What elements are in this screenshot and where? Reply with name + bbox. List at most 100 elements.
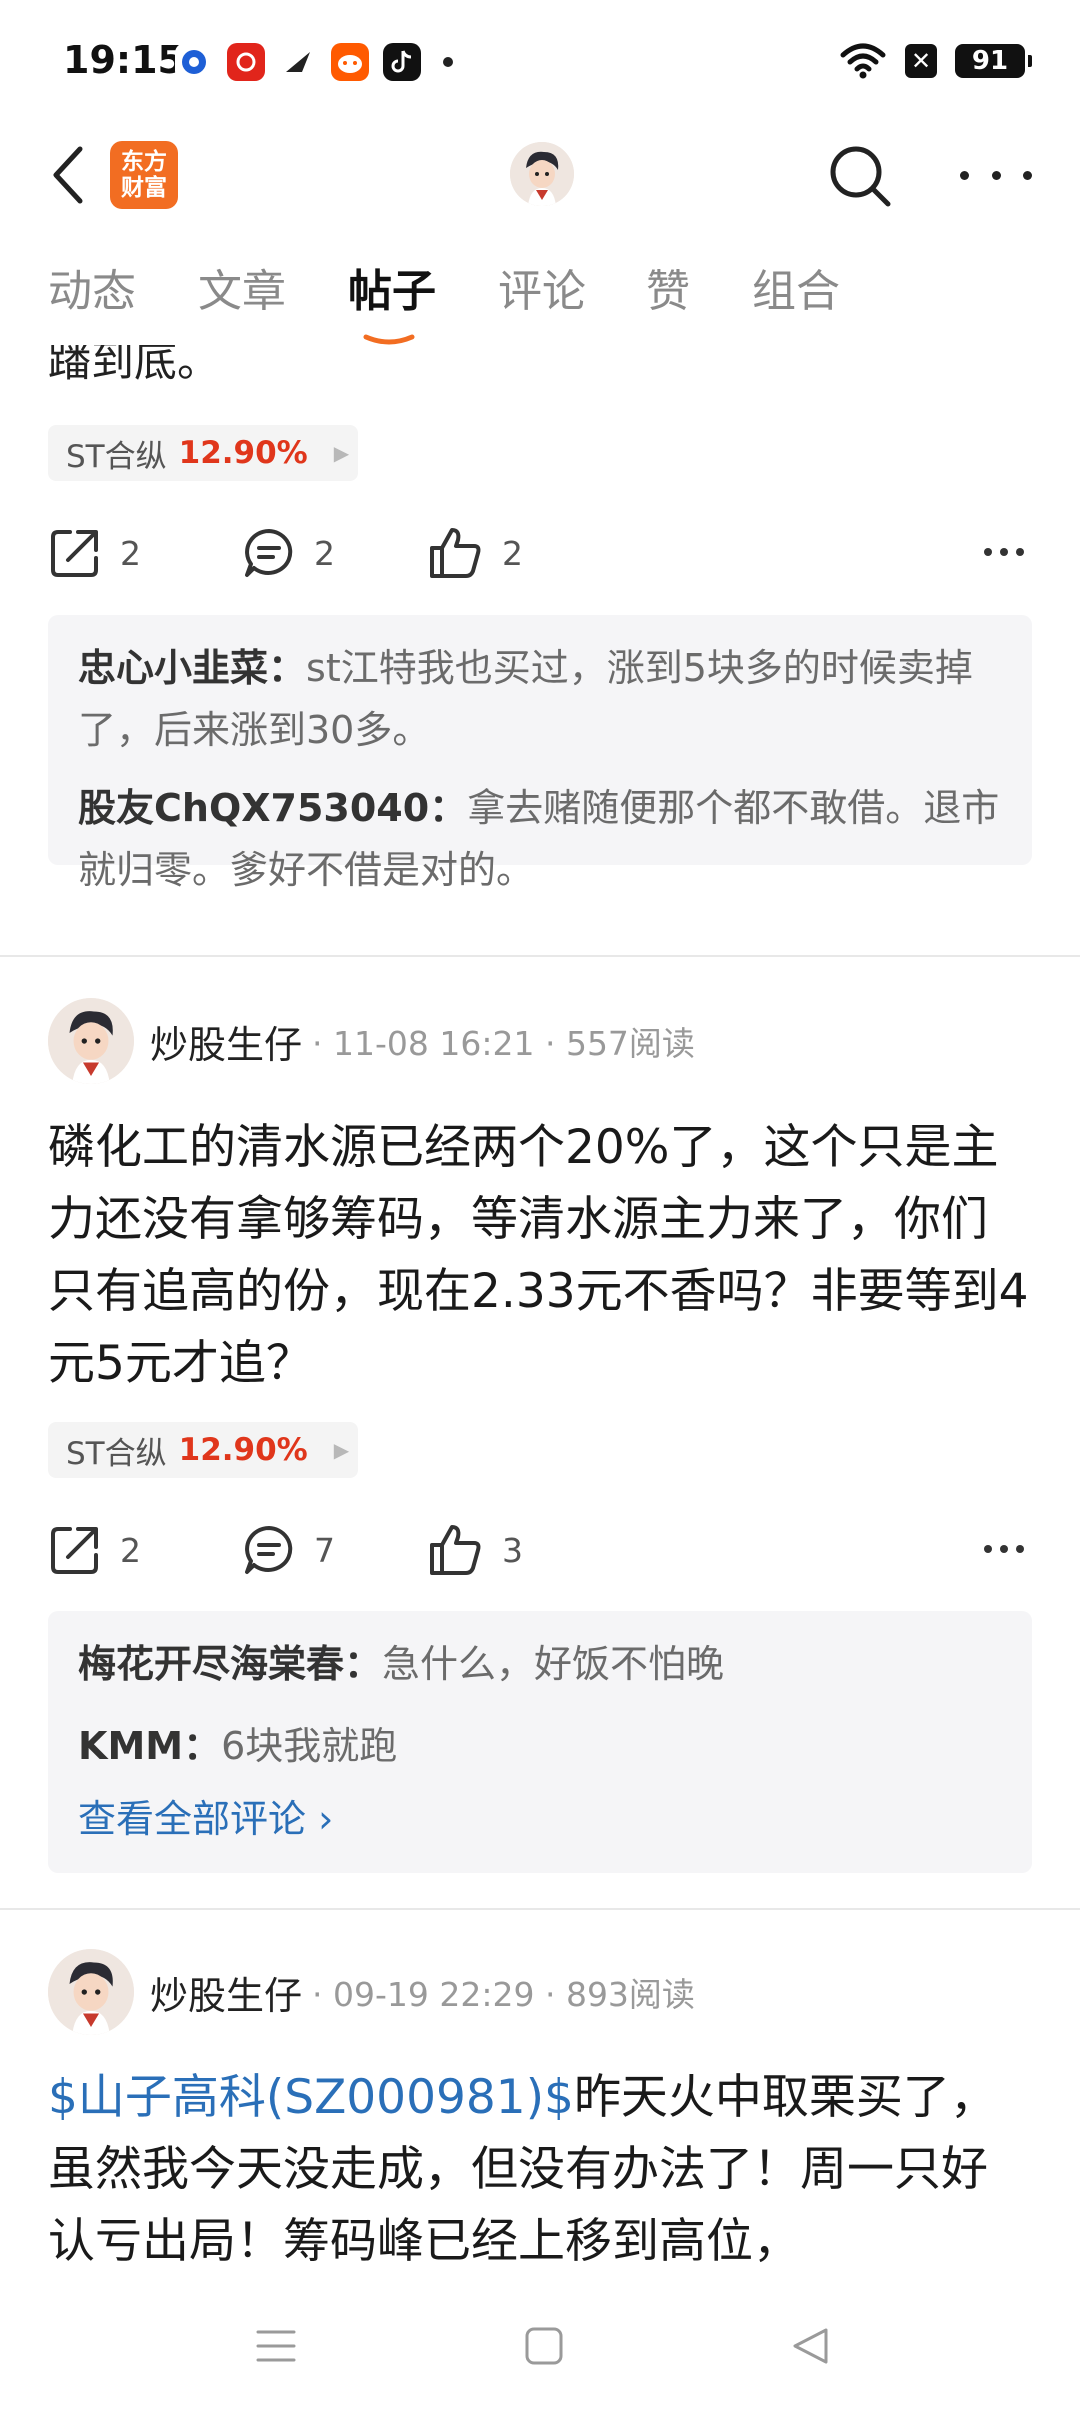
triangle-back-icon bbox=[793, 2328, 828, 2364]
post-body[interactable]: $山子高科(SZ000981)$昨天火中取栗买了，虽然我今天没走成，但没有办法了… bbox=[48, 2062, 1032, 2278]
tab-activity[interactable]: 动态 bbox=[48, 255, 136, 319]
comment-button[interactable]: 7 bbox=[242, 1515, 335, 1585]
share-count: 2 bbox=[120, 533, 141, 573]
wifi-icon bbox=[840, 43, 886, 79]
system-back-button[interactable] bbox=[774, 2310, 846, 2382]
post-header: 炒股生仔 · 11-08 16:21 · 557阅读 bbox=[48, 996, 1032, 1086]
search-icon bbox=[830, 146, 891, 207]
brand-line2: 财富 bbox=[121, 175, 167, 201]
status-app-icons bbox=[175, 40, 453, 84]
eastmoney-logo[interactable]: 东方 财富 bbox=[110, 141, 178, 209]
triangle-right-icon: ▶ bbox=[333, 1438, 350, 1462]
share-button[interactable]: 2 bbox=[48, 518, 141, 588]
taobao-app-icon bbox=[331, 43, 369, 81]
share-button[interactable]: 2 bbox=[48, 1515, 141, 1585]
dot-icon bbox=[960, 170, 969, 180]
comment-item: KMM：6块我就跑 bbox=[78, 1715, 1002, 1777]
tab-likes[interactable]: 赞 bbox=[646, 255, 690, 319]
author-name[interactable]: 炒股生仔 bbox=[150, 1014, 302, 1069]
dot-icon bbox=[1016, 1545, 1024, 1553]
comment-author: 股友ChQX753040： bbox=[78, 786, 468, 830]
comment-item: 忠心小韭菜：st江特我也买过，涨到5块多的时候卖掉了，后来涨到30多。 bbox=[78, 637, 1002, 761]
chevron-left-icon bbox=[53, 146, 83, 204]
dot-icon bbox=[1023, 170, 1032, 180]
top-header: 东方 财富 bbox=[0, 120, 1080, 230]
status-time: 19:15 bbox=[63, 38, 184, 82]
stock-tag[interactable]: ST合纵 12.90% ▶ bbox=[48, 1422, 358, 1478]
comment-icon bbox=[245, 1526, 293, 1574]
comment-button[interactable]: 2 bbox=[242, 518, 335, 588]
post-divider bbox=[0, 1908, 1080, 1910]
comment-item: 股友ChQX753040：拿去赌随便那个都不敢借。退市就归零。爹好不借是对的。 bbox=[78, 777, 1002, 901]
battery-indicator: 91 bbox=[955, 44, 1032, 78]
home-button[interactable] bbox=[508, 2310, 580, 2382]
comment-icon bbox=[245, 529, 293, 577]
stock-link[interactable]: $山子高科(SZ000981)$ bbox=[48, 2070, 574, 2125]
stock-name: ST合纵 bbox=[66, 438, 167, 475]
post-meta: · 11-08 16:21 · 557阅读 bbox=[312, 1024, 695, 1063]
dot-icon bbox=[1000, 548, 1008, 556]
comment-item: 梅花开尽海棠春：急什么，好饭不怕晚 bbox=[78, 1633, 1002, 1695]
tab-posts[interactable]: 帖子 bbox=[348, 255, 436, 319]
comment-count: 7 bbox=[314, 1530, 335, 1570]
post-more-button[interactable] bbox=[984, 548, 1024, 558]
feather-app-icon bbox=[279, 43, 317, 81]
system-nav-bar bbox=[0, 2280, 1080, 2412]
post-feed: 蹯到底。 ST合纵 12.90% ▶ 2 2 2 忠心小韭菜：st江特我也买过，… bbox=[0, 345, 1080, 2280]
view-all-comments-link[interactable]: 查看全部评论 › bbox=[78, 1791, 1002, 1847]
like-button[interactable]: 2 bbox=[428, 518, 523, 588]
like-count: 2 bbox=[502, 533, 523, 573]
post-actions: 2 2 2 bbox=[48, 518, 1032, 588]
thumbs-up-icon bbox=[430, 528, 481, 578]
author-name[interactable]: 炒股生仔 bbox=[150, 1965, 302, 2020]
back-button[interactable] bbox=[40, 140, 96, 210]
netease-music-app-icon bbox=[227, 43, 265, 81]
more-notifications-dot bbox=[443, 57, 453, 67]
comment-author: KMM： bbox=[78, 1724, 222, 1768]
comment-text: 急什么，好饭不怕晚 bbox=[382, 1642, 725, 1686]
thumbs-up-icon bbox=[430, 1525, 481, 1575]
author-avatar[interactable] bbox=[48, 1949, 134, 2035]
tab-comments[interactable]: 评论 bbox=[498, 255, 586, 319]
comment-preview[interactable]: 忠心小韭菜：st江特我也买过，涨到5块多的时候卖掉了，后来涨到30多。 股友Ch… bbox=[48, 615, 1032, 892]
profile-tabs: 动态 文章 帖子 评论 赞 组合 bbox=[0, 255, 1080, 345]
blue-circle-app-icon bbox=[175, 43, 213, 81]
like-button[interactable]: 3 bbox=[428, 1515, 523, 1585]
comment-author: 忠心小韭菜： bbox=[78, 646, 307, 690]
triangle-right-icon: ▶ bbox=[333, 441, 350, 465]
recents-button[interactable] bbox=[240, 2310, 312, 2382]
profile-avatar[interactable] bbox=[510, 142, 574, 206]
stock-name: ST合纵 bbox=[66, 1435, 167, 1472]
post-meta: · 09-19 22:29 · 893阅读 bbox=[312, 1975, 695, 2014]
post-more-button[interactable] bbox=[984, 1545, 1024, 1555]
author-avatar[interactable] bbox=[48, 998, 134, 1084]
dot-icon bbox=[991, 170, 1001, 180]
stock-tag[interactable]: ST合纵 12.90% ▶ bbox=[48, 425, 358, 481]
post-body[interactable]: 磷化工的清水源已经两个20%了，这个只是主力还没有拿够筹码，等清水源主力来了，你… bbox=[48, 1112, 1032, 1400]
search-button[interactable] bbox=[826, 142, 894, 210]
tab-portfolio[interactable]: 组合 bbox=[752, 255, 840, 319]
tab-articles[interactable]: 文章 bbox=[198, 255, 286, 319]
post-header: 炒股生仔 · 09-19 22:29 · 893阅读 bbox=[48, 1947, 1032, 2037]
dot-icon bbox=[1000, 1545, 1008, 1553]
share-count: 2 bbox=[120, 1530, 141, 1570]
share-icon bbox=[51, 530, 98, 577]
stock-change-pct: 12.90% bbox=[178, 435, 308, 471]
dot-icon bbox=[984, 1545, 992, 1553]
comment-author: 梅花开尽海棠春： bbox=[78, 1642, 383, 1686]
clipped-post-text: 蹯到底。 bbox=[48, 345, 220, 387]
like-count: 3 bbox=[502, 1530, 523, 1570]
status-bar: 19:15 ✕ 91 bbox=[0, 0, 1080, 120]
comment-count: 2 bbox=[314, 533, 335, 573]
status-indicators: ✕ 91 bbox=[839, 36, 1032, 86]
tiktok-app-icon bbox=[383, 43, 421, 81]
dot-icon bbox=[1016, 548, 1024, 556]
comment-text: 6块我就跑 bbox=[221, 1724, 398, 1768]
square-icon bbox=[525, 2327, 563, 2365]
brand-line1: 东方 bbox=[121, 149, 167, 175]
comment-preview[interactable]: 梅花开尽海棠春：急什么，好饭不怕晚 KMM：6块我就跑 查看全部评论 › bbox=[48, 1611, 1032, 1873]
post-divider bbox=[0, 955, 1080, 957]
stock-change-pct: 12.90% bbox=[178, 1432, 308, 1468]
dot-icon bbox=[984, 548, 992, 556]
more-options-button[interactable] bbox=[960, 155, 1032, 195]
